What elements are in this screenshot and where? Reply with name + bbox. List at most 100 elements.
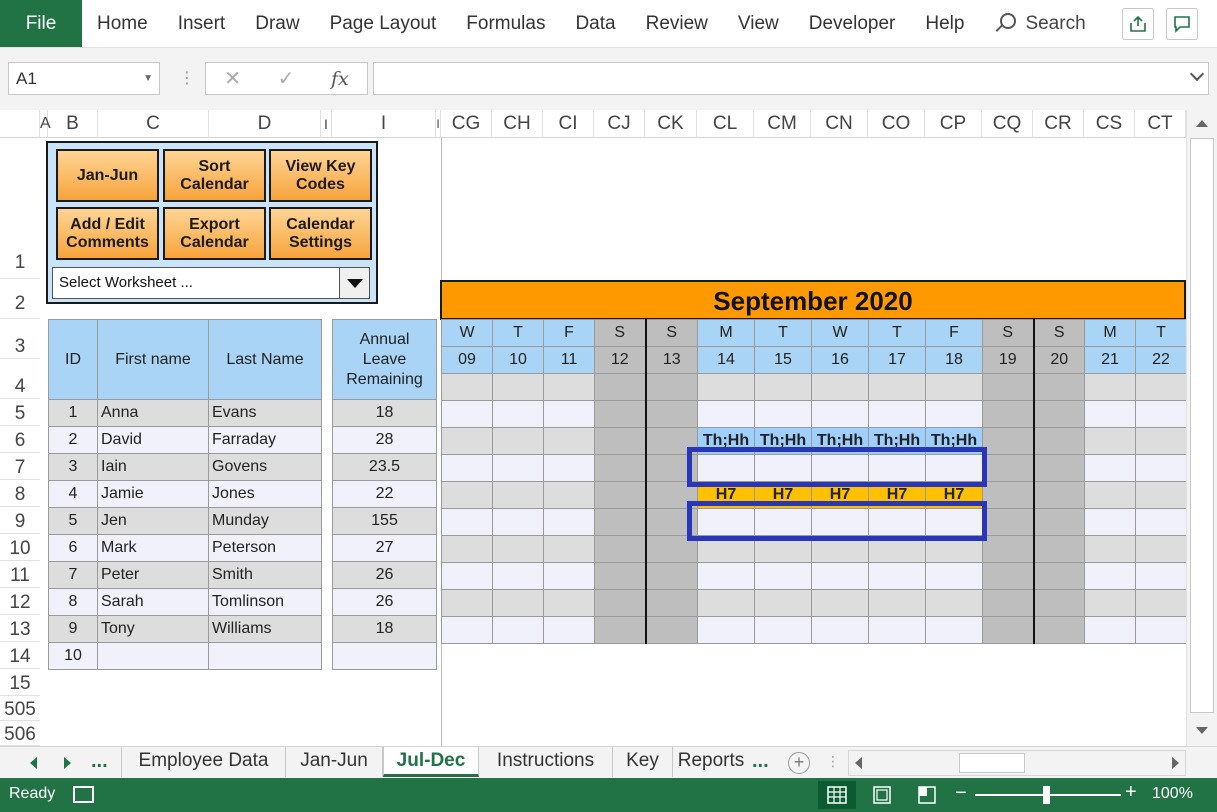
insert-function-icon[interactable]: fx bbox=[331, 68, 349, 90]
calendar-cell[interactable] bbox=[811, 454, 869, 482]
calendar-cell[interactable] bbox=[594, 535, 646, 563]
cell-last-name[interactable]: Govens bbox=[208, 453, 322, 481]
tab-developer[interactable]: Developer bbox=[794, 0, 911, 47]
chevron-down-icon[interactable]: ▼ bbox=[143, 63, 153, 94]
calendar-cell[interactable] bbox=[1032, 589, 1085, 617]
sheet-tab-employee-data[interactable]: Employee Data bbox=[121, 747, 286, 777]
cell-first-name[interactable]: Tony bbox=[97, 615, 209, 643]
cell-last-name[interactable]: Farraday bbox=[208, 426, 322, 454]
calendar-cell[interactable] bbox=[697, 400, 755, 428]
calendar-cell[interactable] bbox=[1084, 562, 1136, 590]
calendar-cell[interactable] bbox=[441, 481, 493, 509]
row-header-10[interactable]: 10 bbox=[0, 534, 40, 561]
leave-entry-cell[interactable]: Th;Hh bbox=[868, 427, 926, 455]
calendar-cell[interactable] bbox=[754, 535, 812, 563]
cell-id[interactable]: 5 bbox=[48, 507, 98, 535]
calendar-cell[interactable] bbox=[868, 616, 926, 644]
col-header-ci[interactable]: CI bbox=[543, 110, 594, 138]
col-header-ck[interactable]: CK bbox=[645, 110, 697, 138]
row-header-9[interactable]: 9 bbox=[0, 507, 40, 534]
calendar-cell[interactable] bbox=[868, 562, 926, 590]
calendar-cell[interactable] bbox=[1135, 481, 1186, 509]
calendar-cell[interactable] bbox=[982, 562, 1034, 590]
col-header-a[interactable]: A bbox=[40, 110, 51, 138]
col-header-b[interactable]: B bbox=[48, 110, 98, 138]
calendar-cell[interactable] bbox=[754, 616, 812, 644]
calendar-cell[interactable] bbox=[982, 508, 1034, 536]
col-header-cg[interactable]: CG bbox=[441, 110, 492, 138]
calendar-cell[interactable] bbox=[543, 589, 595, 617]
row-header-506[interactable]: 506 bbox=[0, 721, 40, 746]
tab-view[interactable]: View bbox=[723, 0, 794, 47]
calendar-cell[interactable] bbox=[441, 454, 493, 482]
cell-annual-leave[interactable]: 18 bbox=[332, 399, 437, 427]
sort-calendar-button[interactable]: Sort Calendar bbox=[163, 149, 266, 202]
calendar-cell[interactable] bbox=[644, 535, 698, 563]
cell-last-name[interactable]: Evans bbox=[208, 399, 322, 427]
cell-last-name[interactable] bbox=[208, 642, 322, 670]
row-header-4[interactable]: 4 bbox=[0, 359, 40, 399]
cell-annual-leave[interactable]: 23.5 bbox=[332, 453, 437, 481]
cell-annual-leave[interactable]: 28 bbox=[332, 426, 437, 454]
leave-entry-cell[interactable]: Th;Hh bbox=[811, 427, 869, 455]
calendar-cell[interactable] bbox=[754, 373, 812, 401]
calendar-cell[interactable] bbox=[1135, 508, 1186, 536]
calendar-cell[interactable] bbox=[594, 373, 646, 401]
calendar-cell[interactable] bbox=[1084, 427, 1136, 455]
scroll-down-icon[interactable] bbox=[1191, 722, 1213, 740]
calendar-cell[interactable] bbox=[925, 454, 983, 482]
formula-input[interactable] bbox=[373, 62, 1209, 95]
page-break-view-button[interactable] bbox=[908, 781, 946, 809]
calendar-cell[interactable] bbox=[644, 562, 698, 590]
calendar-cell[interactable] bbox=[1032, 508, 1085, 536]
calendar-cell[interactable] bbox=[1032, 427, 1085, 455]
calendar-cell[interactable] bbox=[925, 589, 983, 617]
horizontal-scrollbar[interactable] bbox=[848, 750, 1186, 776]
calendar-cell[interactable] bbox=[925, 616, 983, 644]
cell-last-name[interactable]: Tomlinson bbox=[208, 588, 322, 616]
calendar-cell[interactable] bbox=[441, 589, 493, 617]
calendar-cell[interactable] bbox=[492, 535, 544, 563]
calendar-cell[interactable] bbox=[1135, 562, 1186, 590]
tab-page-layout[interactable]: Page Layout bbox=[315, 0, 452, 47]
calendar-cell[interactable] bbox=[492, 562, 544, 590]
dropdown-arrow-icon[interactable] bbox=[339, 268, 369, 298]
col-header-d[interactable]: D bbox=[209, 110, 321, 138]
calendar-cell[interactable] bbox=[925, 508, 983, 536]
cell-first-name[interactable]: Jamie bbox=[97, 480, 209, 508]
calendar-cell[interactable] bbox=[543, 481, 595, 509]
calendar-cell[interactable] bbox=[1032, 373, 1085, 401]
cell-id[interactable]: 3 bbox=[48, 453, 98, 481]
zoom-out-button[interactable]: − bbox=[955, 782, 967, 805]
tab-home[interactable]: Home bbox=[82, 0, 163, 47]
view-key-codes-button[interactable]: View Key Codes bbox=[269, 149, 372, 202]
row-header-1[interactable]: 1 bbox=[0, 138, 40, 279]
cell-annual-leave[interactable]: 22 bbox=[332, 480, 437, 508]
calendar-cell[interactable] bbox=[594, 616, 646, 644]
calendar-cell[interactable] bbox=[594, 562, 646, 590]
calendar-cell[interactable] bbox=[697, 589, 755, 617]
cell-first-name[interactable]: Sarah bbox=[97, 588, 209, 616]
add-sheet-icon[interactable]: + bbox=[788, 752, 810, 774]
calendar-cell[interactable] bbox=[811, 373, 869, 401]
calendar-cell[interactable] bbox=[492, 427, 544, 455]
zoom-in-button[interactable]: + bbox=[1125, 781, 1137, 804]
calendar-settings-button[interactable]: Calendar Settings bbox=[269, 207, 372, 260]
select-all-corner[interactable] bbox=[0, 110, 40, 138]
calendar-cell[interactable] bbox=[492, 508, 544, 536]
col-header-i[interactable]: I bbox=[332, 110, 436, 138]
calendar-cell[interactable] bbox=[982, 589, 1034, 617]
cell-first-name[interactable]: Peter bbox=[97, 561, 209, 589]
calendar-cell[interactable] bbox=[441, 427, 493, 455]
calendar-cell[interactable] bbox=[982, 535, 1034, 563]
leave-entry-cell[interactable]: Th;Hh bbox=[697, 427, 755, 455]
calendar-cell[interactable] bbox=[868, 373, 926, 401]
calendar-cell[interactable] bbox=[925, 562, 983, 590]
calendar-cell[interactable] bbox=[594, 400, 646, 428]
select-worksheet-dropdown[interactable]: Select Worksheet ... bbox=[52, 267, 370, 299]
calendar-cell[interactable] bbox=[543, 373, 595, 401]
calendar-cell[interactable] bbox=[697, 373, 755, 401]
cell-id[interactable]: 2 bbox=[48, 426, 98, 454]
leave-entry-cell[interactable]: H7 bbox=[754, 481, 812, 509]
calendar-cell[interactable] bbox=[543, 454, 595, 482]
